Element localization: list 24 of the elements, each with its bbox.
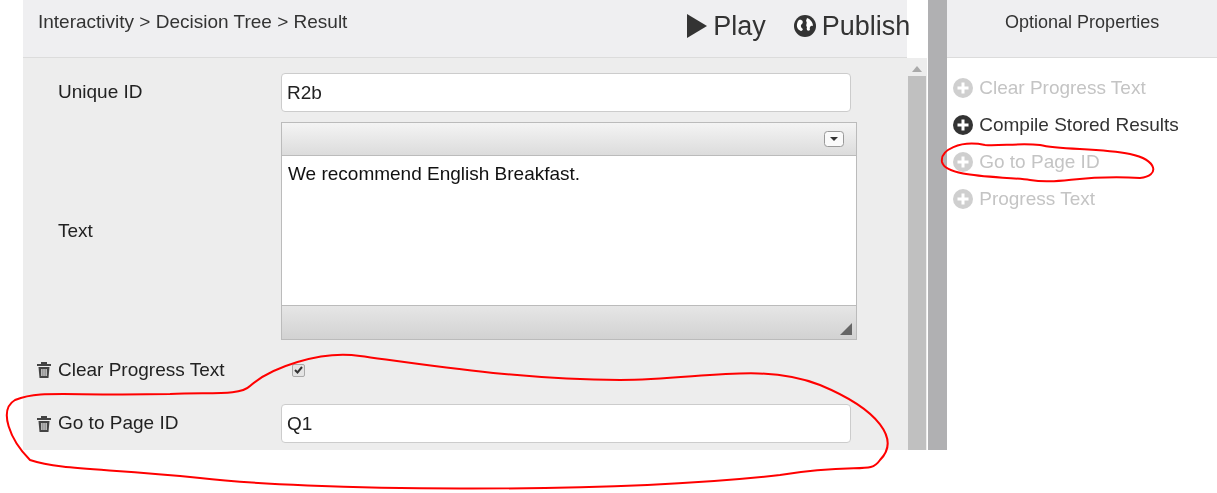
globe-icon xyxy=(793,15,816,38)
property-item[interactable]: Compile Stored Results xyxy=(953,110,1217,140)
dropdown-icon[interactable] xyxy=(824,131,844,147)
field-label: Text xyxy=(58,218,94,243)
play-button[interactable]: Play xyxy=(687,6,766,47)
breadcrumb: Interactivity > Decision Tree > Result xyxy=(38,10,348,34)
plus-icon xyxy=(953,115,974,135)
field-label: Clear Progress Text xyxy=(58,357,226,382)
plus-icon xyxy=(953,78,974,98)
plus-icon xyxy=(953,189,974,209)
resize-handle-icon[interactable] xyxy=(840,323,852,335)
input-field[interactable]: R2b xyxy=(281,73,851,112)
rich-text-editor[interactable]: We recommend English Breakfast. xyxy=(281,122,857,340)
trash-icon[interactable] xyxy=(37,415,51,432)
plus-icon xyxy=(953,152,974,172)
field-label: Go to Page ID xyxy=(58,411,180,436)
panel-title: Optional Properties xyxy=(1005,11,1160,34)
play-icon xyxy=(687,14,708,39)
trash-icon[interactable] xyxy=(37,362,51,378)
publish-button[interactable]: Publish xyxy=(793,6,911,47)
editor-text: We recommend English Breakfast. xyxy=(288,163,581,184)
field-label: Unique ID xyxy=(58,80,144,105)
checkbox[interactable] xyxy=(292,363,305,377)
input-field[interactable]: Q1 xyxy=(281,404,851,443)
